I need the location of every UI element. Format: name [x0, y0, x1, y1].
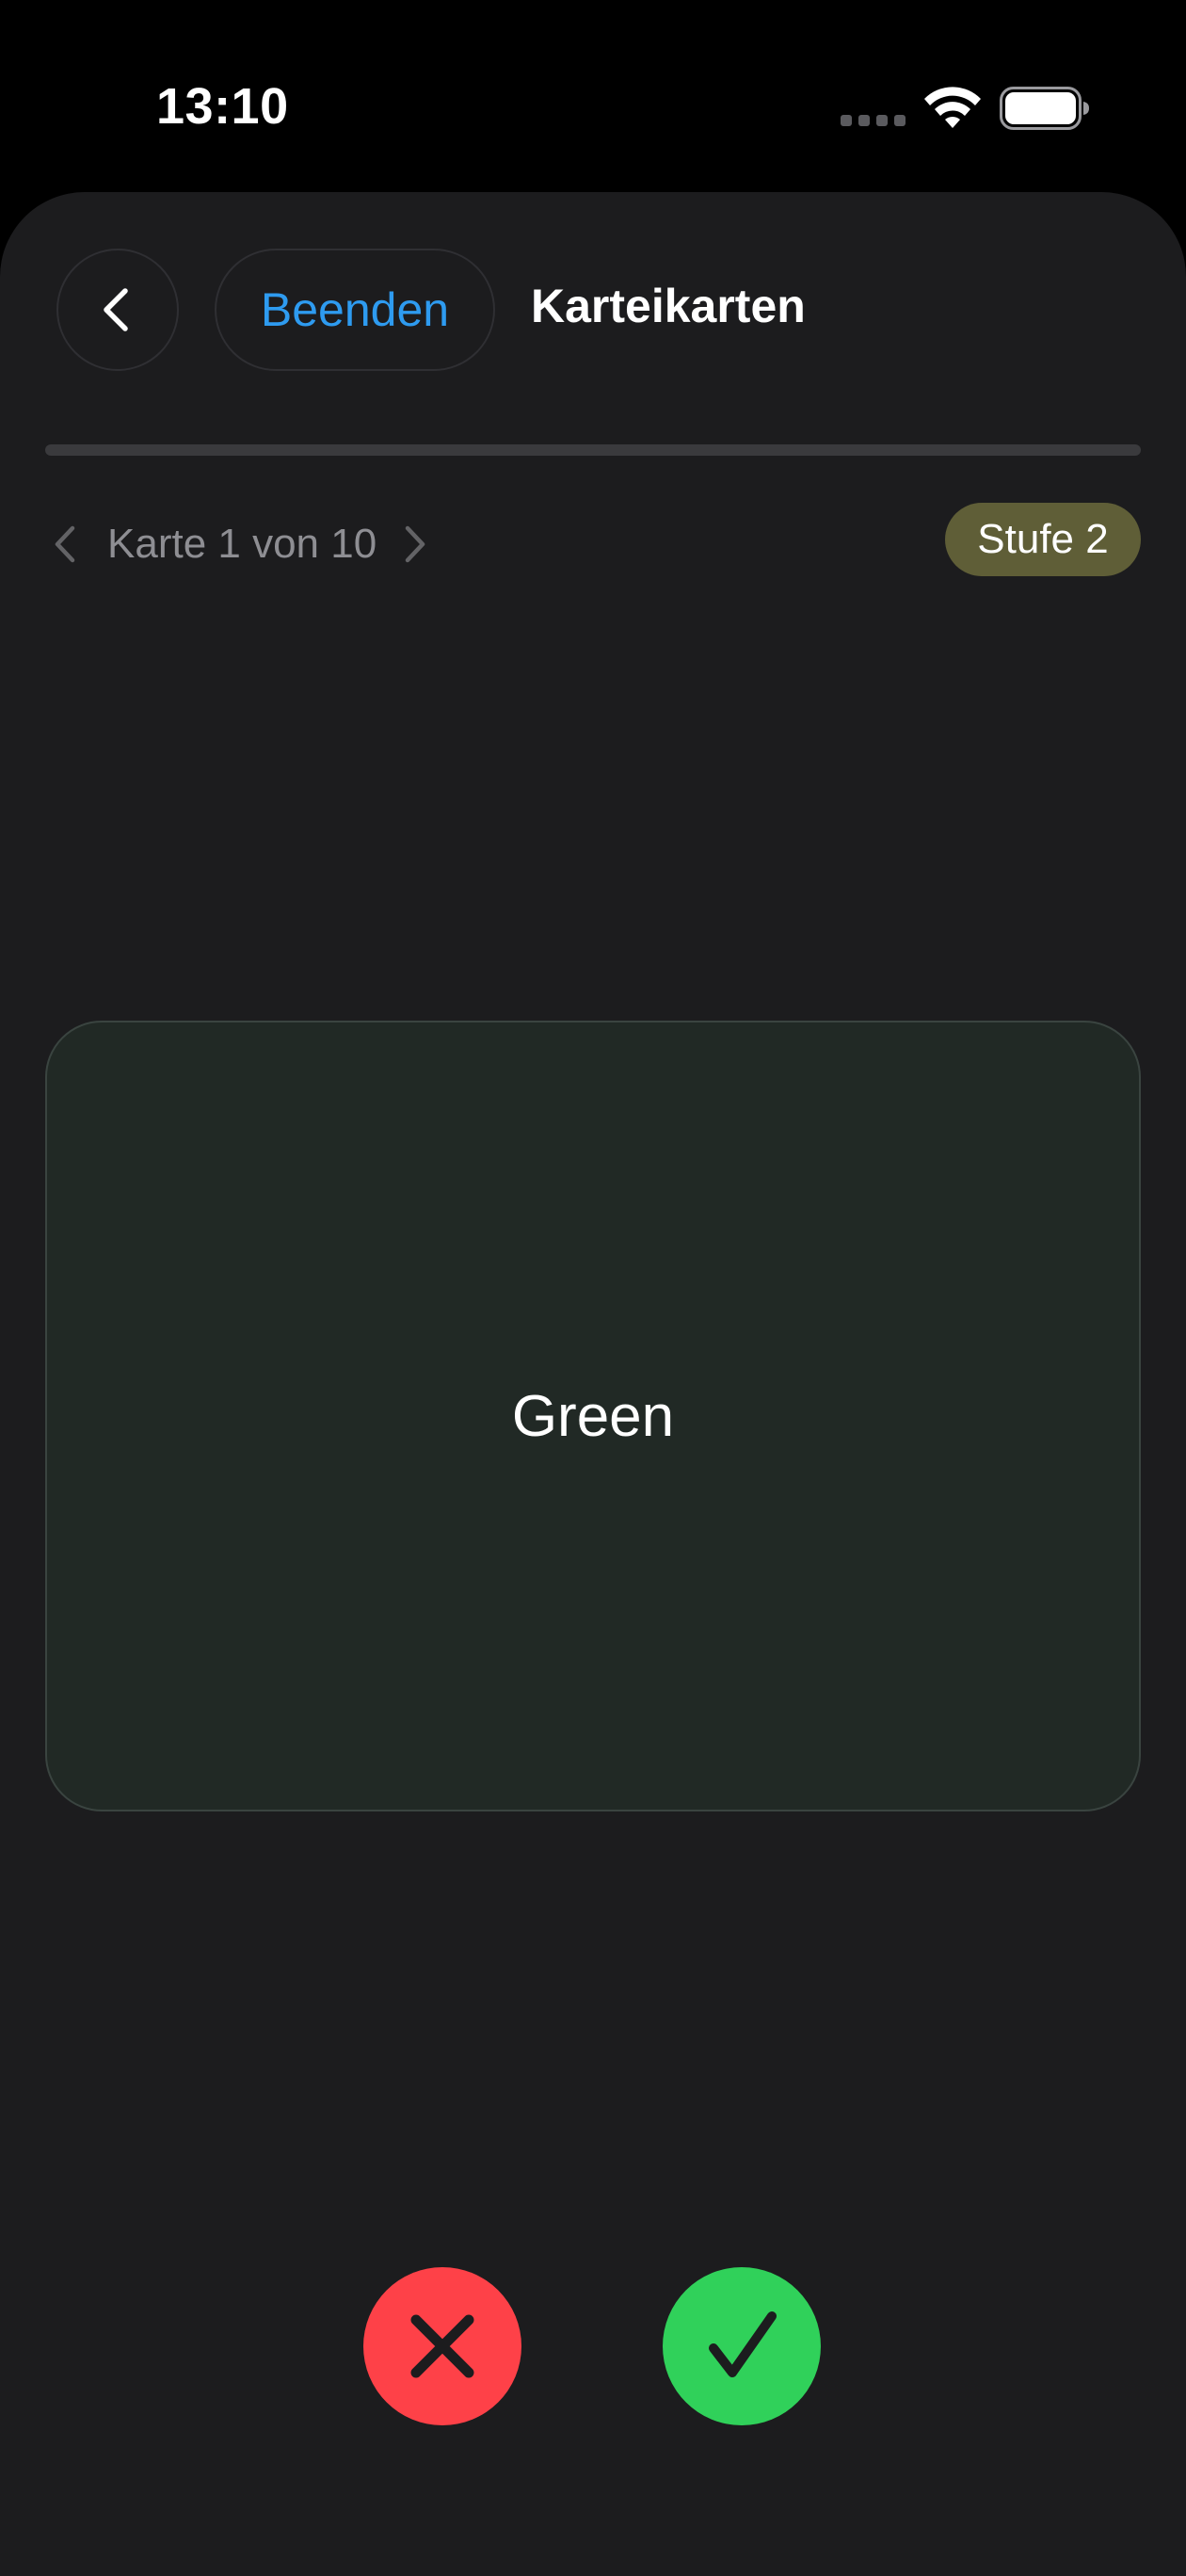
chevron-right-icon: [405, 525, 425, 563]
correct-answer-button[interactable]: [663, 2267, 821, 2425]
page-title: Karteikarten: [531, 280, 806, 332]
next-card-button[interactable]: [397, 521, 435, 568]
xmark-icon: [410, 2314, 474, 2378]
flash-card[interactable]: Green: [45, 1021, 1141, 1811]
end-button[interactable]: Beenden: [215, 249, 495, 371]
level-badge: Stufe 2: [945, 503, 1141, 576]
status-bar: 13:10: [0, 0, 1186, 188]
progress-bar: [45, 444, 1141, 456]
cellular-signal-icon: [841, 115, 906, 126]
checkmark-icon: [709, 2311, 777, 2377]
chevron-left-icon: [104, 288, 128, 331]
previous-card-button[interactable]: [45, 521, 83, 568]
card-text: Green: [511, 1383, 675, 1449]
flashcard-screen: 13:10 Beenden Karteikarten Karte 1 von 1…: [0, 0, 1186, 2576]
chevron-left-icon: [55, 525, 75, 563]
card-navigation: Karte 1 von 10: [45, 508, 435, 580]
back-button[interactable]: [56, 249, 179, 371]
wrong-answer-button[interactable]: [363, 2267, 521, 2425]
battery-icon: [1000, 87, 1089, 130]
status-time: 13:10: [156, 78, 289, 135]
flashcard-sheet: Beenden Karteikarten Karte 1 von 10 Stuf…: [0, 192, 1186, 2576]
wifi-icon: [924, 87, 981, 128]
card-counter: Karte 1 von 10: [107, 521, 377, 567]
